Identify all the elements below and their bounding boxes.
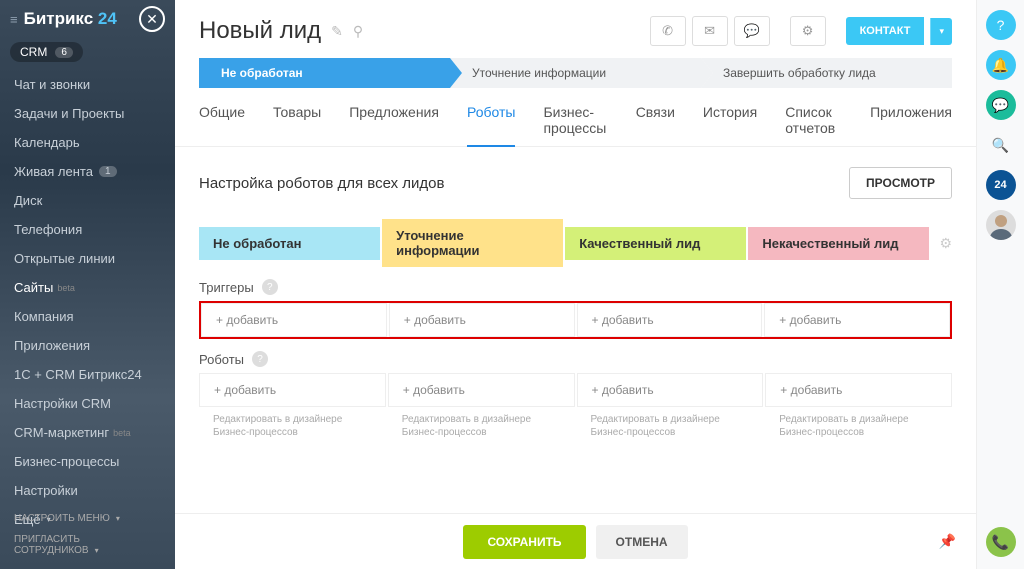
tabs: Общие Товары Предложения Роботы Бизнес-п… [175, 88, 976, 147]
hint-3[interactable]: Редактировать в дизайнере Бизнес-процесс… [765, 413, 952, 439]
settings-button[interactable]: ⚙ [790, 16, 826, 46]
hint-1[interactable]: Редактировать в дизайнере Бизнес-процесс… [388, 413, 575, 439]
nav-sites[interactable]: Сайтыbeta [0, 273, 175, 302]
nav-chat[interactable]: Чат и звонки [0, 70, 175, 99]
sidebar-header: ≡ Битрикс 24 ✕ [0, 0, 175, 38]
nav-telephony[interactable]: Телефония [0, 215, 175, 244]
tab-history[interactable]: История [703, 104, 757, 146]
nav-feed[interactable]: Живая лента1 [0, 157, 175, 186]
configure-menu[interactable]: НАСТРОИТЬ МЕНЮ▾ [14, 508, 161, 529]
nav-crm-settings[interactable]: Настройки CRM [0, 389, 175, 418]
page-header: Новый лид ✎ ⚲ ✆ ✉ 💬 ⚙ КОНТАКТ ▾ [175, 0, 976, 58]
status-settings-icon[interactable]: ⚙ [939, 235, 952, 252]
nav-openlines[interactable]: Открытые линии [0, 244, 175, 273]
sidebar: ≡ Битрикс 24 ✕ CRM 6 Чат и звонки Задачи… [0, 0, 175, 569]
chat-rail-button[interactable]: 💬 [986, 90, 1016, 120]
stage-clarify[interactable]: Уточнение информации [450, 58, 701, 88]
add-robot-2[interactable]: + добавить [577, 373, 764, 407]
nav-company[interactable]: Компания [0, 302, 175, 331]
status-clarify[interactable]: Уточнение информации [382, 219, 563, 267]
phone-button[interactable]: 📞 [986, 527, 1016, 557]
contact-dropdown[interactable]: ▾ [930, 18, 952, 45]
edit-icon[interactable]: ✎ [331, 23, 343, 40]
nav-calendar[interactable]: Календарь [0, 128, 175, 157]
chevron-down-icon: ▾ [116, 514, 120, 523]
hamburger-icon[interactable]: ≡ [10, 12, 18, 27]
nav-tasks[interactable]: Задачи и Проекты [0, 99, 175, 128]
nav-1c[interactable]: 1С + CRM Битрикс24 [0, 360, 175, 389]
hints-row: Редактировать в дизайнере Бизнес-процесс… [199, 413, 952, 439]
robots-row: + добавить + добавить + добавить + добав… [199, 373, 952, 407]
page-title: Новый лид [199, 17, 321, 45]
help-icon[interactable]: ? [252, 351, 268, 367]
stage-bar: Не обработан Уточнение информации Заверш… [175, 58, 976, 88]
save-button[interactable]: СОХРАНИТЬ [463, 525, 585, 559]
tab-relations[interactable]: Связи [636, 104, 675, 146]
preview-button[interactable]: ПРОСМОТР [849, 167, 952, 199]
content-title: Настройка роботов для всех лидов [199, 175, 444, 192]
add-robot-0[interactable]: + добавить [199, 373, 386, 407]
stage-finish[interactable]: Завершить обработку лида [701, 58, 952, 88]
sidebar-footer: НАСТРОИТЬ МЕНЮ▾ ПРИГЛАСИТЬ СОТРУДНИКОВ▾ [0, 500, 175, 569]
chat-button[interactable]: 💬 [734, 16, 770, 46]
tab-offers[interactable]: Предложения [349, 104, 439, 146]
footer-bar: СОХРАНИТЬ ОТМЕНА 📌 [175, 513, 976, 569]
logo: Битрикс 24 [24, 9, 117, 29]
link-icon[interactable]: ⚲ [353, 23, 363, 40]
nav-apps[interactable]: Приложения [0, 331, 175, 360]
hint-2[interactable]: Редактировать в дизайнере Бизнес-процесс… [577, 413, 764, 439]
call-button[interactable]: ✆ [650, 16, 686, 46]
add-trigger-2[interactable]: + добавить [577, 303, 763, 337]
content: Настройка роботов для всех лидов ПРОСМОТ… [175, 147, 976, 459]
notifications-button[interactable]: 🔔 [986, 50, 1016, 80]
tab-bp[interactable]: Бизнес-процессы [543, 104, 607, 146]
contact-button[interactable]: КОНТАКТ [846, 17, 925, 45]
tab-apps[interactable]: Приложения [870, 104, 952, 146]
triggers-label: Триггеры ? [199, 279, 952, 295]
tab-reports[interactable]: Список отчетов [785, 104, 842, 146]
robots-label: Роботы ? [199, 351, 952, 367]
triggers-row: + добавить + добавить + добавить + добав… [199, 301, 952, 339]
add-trigger-1[interactable]: + добавить [389, 303, 575, 337]
hint-0[interactable]: Редактировать в дизайнере Бизнес-процесс… [199, 413, 386, 439]
nav-crm-marketing[interactable]: CRM-маркетингbeta [0, 418, 175, 447]
tab-products[interactable]: Товары [273, 104, 321, 146]
avatar[interactable] [986, 210, 1016, 240]
tab-general[interactable]: Общие [199, 104, 245, 146]
cancel-button[interactable]: ОТМЕНА [596, 525, 688, 559]
stage-not-processed[interactable]: Не обработан [199, 58, 450, 88]
status-columns: Не обработан Уточнение информации Качест… [199, 219, 952, 267]
help-button[interactable]: ? [986, 10, 1016, 40]
chevron-down-icon: ▾ [95, 546, 99, 555]
nav-bp[interactable]: Бизнес-процессы [0, 447, 175, 476]
status-quality[interactable]: Качественный лид [565, 227, 746, 260]
header-actions: ✆ ✉ 💬 ⚙ КОНТАКТ ▾ [650, 16, 952, 46]
search-button[interactable]: 🔍 [986, 130, 1016, 160]
pin-icon[interactable]: 📌 [939, 533, 956, 550]
crm-badge[interactable]: CRM 6 [10, 42, 83, 62]
add-trigger-0[interactable]: + добавить [201, 303, 387, 337]
nav-disk[interactable]: Диск [0, 186, 175, 215]
add-trigger-3[interactable]: + добавить [764, 303, 950, 337]
help-icon[interactable]: ? [262, 279, 278, 295]
mail-button[interactable]: ✉ [692, 16, 728, 46]
tab-robots[interactable]: Роботы [467, 104, 515, 147]
add-robot-1[interactable]: + добавить [388, 373, 575, 407]
add-robot-3[interactable]: + добавить [765, 373, 952, 407]
content-header: Настройка роботов для всех лидов ПРОСМОТ… [199, 167, 952, 199]
status-noquality[interactable]: Некачественный лид [748, 227, 929, 260]
b24-button[interactable]: 24 [986, 170, 1016, 200]
status-not-processed[interactable]: Не обработан [199, 227, 380, 260]
main: Новый лид ✎ ⚲ ✆ ✉ 💬 ⚙ КОНТАКТ ▾ Не обраб… [175, 0, 976, 569]
close-button[interactable]: ✕ [139, 6, 165, 32]
right-rail: ? 🔔 💬 🔍 24 📞 [976, 0, 1024, 569]
invite-employees[interactable]: ПРИГЛАСИТЬ СОТРУДНИКОВ▾ [14, 529, 161, 561]
